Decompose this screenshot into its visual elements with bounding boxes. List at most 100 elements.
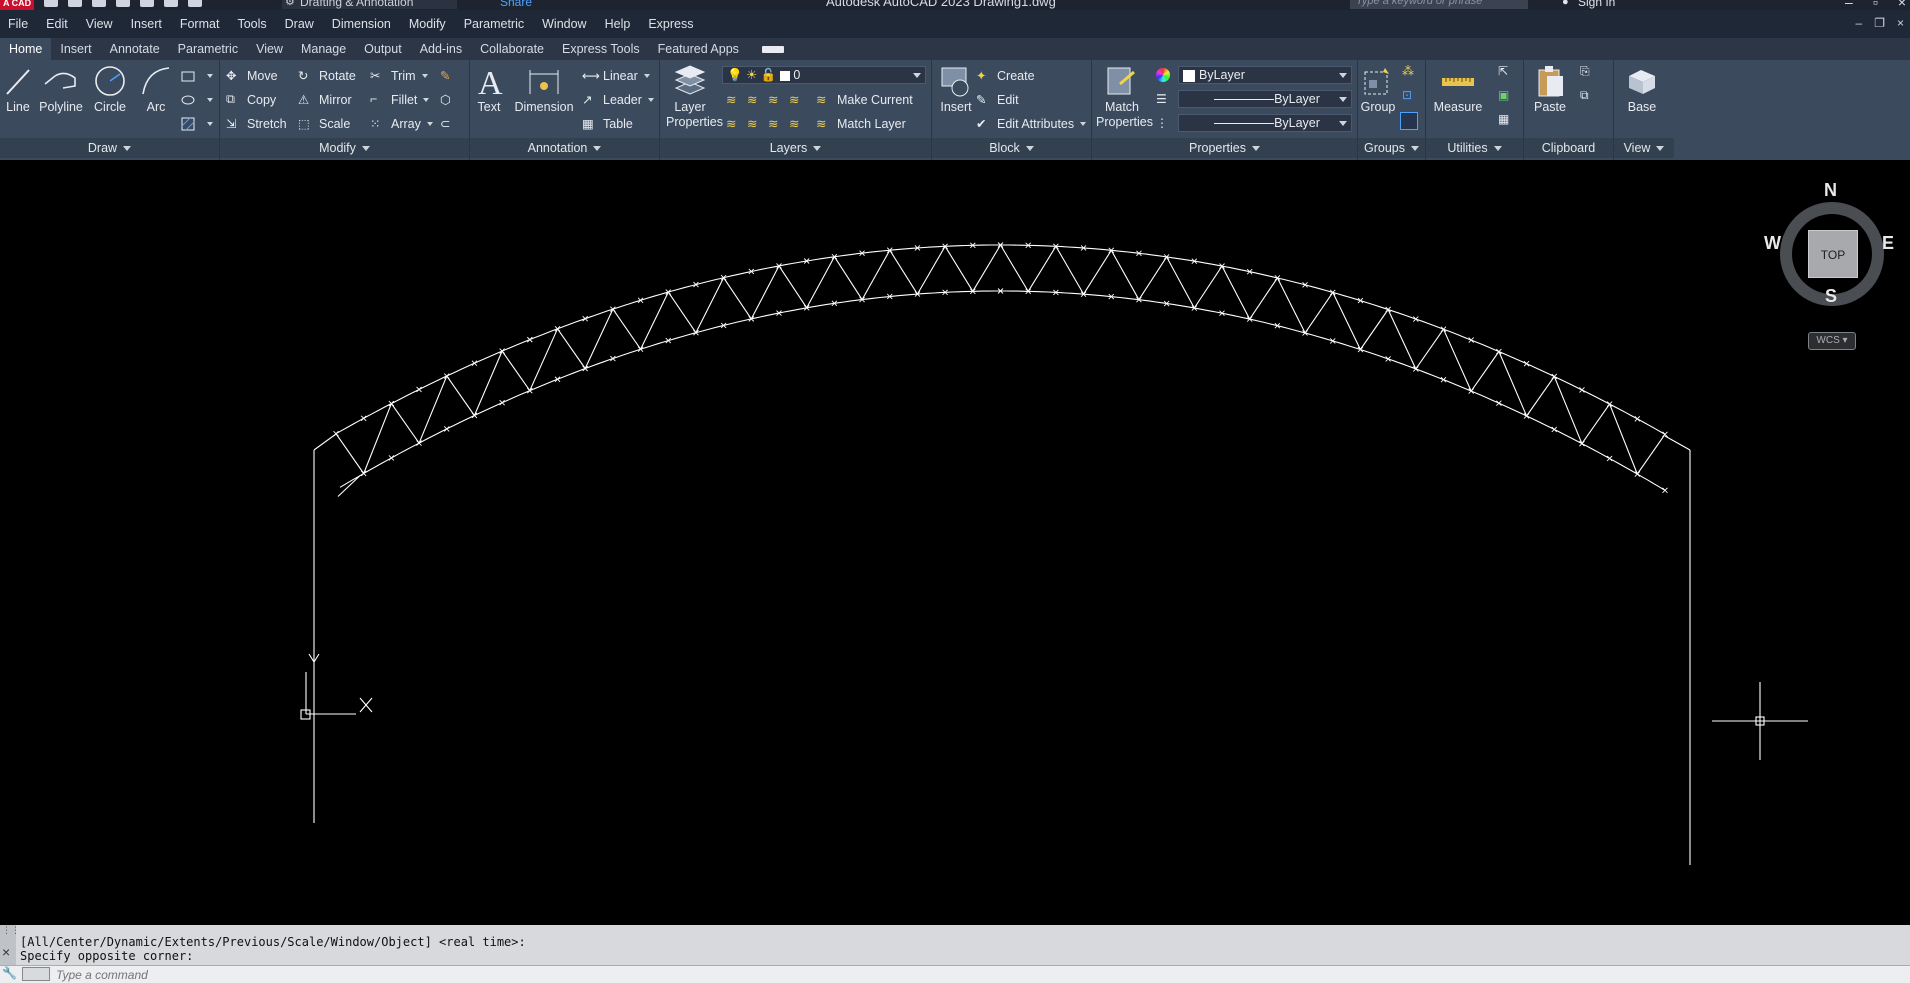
match-properties-button[interactable]: Match Properties bbox=[1096, 64, 1153, 130]
utilities-panel-title[interactable]: Utilities bbox=[1426, 138, 1523, 158]
layers-panel-title[interactable]: Layers bbox=[660, 138, 931, 158]
ungroup-icon[interactable]: ⁂ bbox=[1402, 64, 1414, 78]
web-member[interactable] bbox=[1276, 277, 1306, 334]
menu-edit[interactable]: Edit bbox=[37, 17, 77, 31]
explode-button[interactable]: ⬡ bbox=[440, 90, 461, 110]
make-current-button[interactable]: ≋ Make Current bbox=[816, 90, 913, 110]
line-button[interactable]: Line bbox=[2, 64, 34, 115]
web-member[interactable] bbox=[335, 433, 365, 474]
compass-west[interactable]: W bbox=[1764, 233, 1781, 254]
view-panel-title[interactable]: View bbox=[1614, 138, 1674, 158]
web-member[interactable] bbox=[1221, 265, 1251, 320]
leader-button[interactable]: ↗ Leader bbox=[582, 90, 654, 110]
maximize-icon[interactable]: ▫ bbox=[1873, 0, 1878, 10]
web-member[interactable] bbox=[1249, 277, 1278, 320]
customize-wrench-icon[interactable]: 🔧 bbox=[2, 966, 17, 980]
tab-add-ins[interactable]: Add-ins bbox=[411, 38, 471, 60]
viewcube-top-face[interactable]: TOP bbox=[1808, 230, 1858, 278]
share-button[interactable]: Share bbox=[500, 0, 532, 8]
layer-unlock-icon[interactable]: ≋ bbox=[789, 116, 805, 132]
web-member[interactable] bbox=[1636, 433, 1666, 475]
group-selection-icon[interactable] bbox=[1400, 112, 1418, 130]
tab-view[interactable]: View bbox=[247, 38, 292, 60]
help-search-input[interactable]: Type a keyword or phrase bbox=[1350, 0, 1528, 9]
linear-dimension-button[interactable]: ⟷ Linear bbox=[582, 66, 650, 86]
linetype-dropdown[interactable]: ByLayer bbox=[1178, 90, 1352, 108]
web-member[interactable] bbox=[1581, 403, 1611, 444]
plot-icon[interactable] bbox=[140, 0, 154, 7]
quick-select-icon[interactable]: ⇱ bbox=[1498, 64, 1508, 78]
table-button[interactable]: ▦ Table bbox=[582, 114, 633, 134]
arc-button[interactable]: Arc bbox=[138, 64, 174, 115]
paste-button[interactable]: Paste bbox=[1528, 64, 1572, 115]
fillet-button[interactable]: ⌐ Fillet bbox=[370, 90, 430, 110]
web-member[interactable] bbox=[1055, 246, 1085, 295]
web-member[interactable] bbox=[1415, 328, 1444, 370]
copy-button[interactable]: ⧉ Copy bbox=[226, 90, 276, 110]
block-panel-title[interactable]: Block bbox=[932, 138, 1091, 158]
tab-home[interactable]: Home bbox=[0, 38, 52, 60]
stretch-button[interactable]: ⇲ Stretch bbox=[226, 114, 287, 134]
workspace-selector[interactable]: Drafting & Annotation bbox=[282, 0, 457, 9]
menu-help[interactable]: Help bbox=[596, 17, 640, 31]
save-icon[interactable] bbox=[92, 0, 106, 7]
menu-modify[interactable]: Modify bbox=[400, 17, 455, 31]
color-dropdown[interactable]: ByLayer bbox=[1178, 66, 1352, 84]
group-edit-icon[interactable]: ⊡ bbox=[1402, 88, 1412, 102]
web-member[interactable] bbox=[363, 403, 392, 474]
insert-block-button[interactable]: Insert bbox=[936, 64, 976, 115]
tab-insert[interactable]: Insert bbox=[51, 38, 100, 60]
menu-dimension[interactable]: Dimension bbox=[323, 17, 400, 31]
erase-button[interactable]: ✎ bbox=[440, 66, 461, 86]
web-member[interactable] bbox=[1498, 351, 1528, 417]
web-member[interactable] bbox=[640, 291, 669, 350]
web-member[interactable] bbox=[723, 277, 752, 320]
tab-featured-apps[interactable]: Featured Apps bbox=[649, 38, 748, 60]
close-icon[interactable]: × bbox=[1898, 0, 1906, 10]
ribbon-minimize-toggle[interactable] bbox=[761, 46, 784, 53]
web-member[interactable] bbox=[1166, 256, 1195, 309]
right-column-top-link[interactable] bbox=[1664, 435, 1691, 451]
tab-manage[interactable]: Manage bbox=[292, 38, 355, 60]
linetype-icon[interactable]: ⋮ bbox=[1156, 116, 1168, 130]
drawing-restore-icon[interactable]: ❐ bbox=[1874, 16, 1885, 30]
command-input[interactable] bbox=[56, 967, 1896, 982]
columns[interactable] bbox=[308, 433, 1691, 865]
layer-dropdown[interactable]: 💡 ☀ 🔓 0 bbox=[722, 66, 926, 84]
autocad-logo[interactable]: A CAD bbox=[0, 0, 34, 10]
arched-truss[interactable] bbox=[333, 242, 1668, 497]
layer-off-icon[interactable]: ≋ bbox=[726, 92, 742, 108]
array-button[interactable]: ⁙ Array bbox=[370, 114, 433, 134]
viewcube[interactable]: TOP N S E W bbox=[1764, 180, 1896, 306]
layer-properties-button[interactable]: Layer Properties bbox=[666, 64, 723, 130]
tab-annotate[interactable]: Annotate bbox=[101, 38, 169, 60]
left-column-top-link[interactable] bbox=[313, 433, 337, 451]
bottom-chord[interactable] bbox=[339, 290, 1666, 491]
select-all-icon[interactable]: ▣ bbox=[1498, 88, 1509, 102]
web-member[interactable] bbox=[1083, 250, 1112, 295]
web-member[interactable] bbox=[418, 375, 448, 444]
hatch-button[interactable] bbox=[180, 114, 213, 134]
offset-button[interactable]: ⊂ bbox=[440, 114, 461, 134]
menu-format[interactable]: Format bbox=[171, 17, 229, 31]
copy-clip-icon[interactable]: ⧉ bbox=[1580, 88, 1589, 103]
web-member[interactable] bbox=[1332, 292, 1361, 350]
menu-file[interactable]: File bbox=[0, 17, 37, 31]
web-member[interactable] bbox=[778, 265, 808, 309]
polyline-button[interactable]: Polyline bbox=[38, 64, 84, 115]
web-member[interactable] bbox=[1304, 292, 1334, 334]
lineweight-dropdown[interactable]: ByLayer bbox=[1178, 114, 1352, 132]
text-button[interactable]: A Text bbox=[474, 64, 504, 115]
web-member[interactable] bbox=[557, 328, 586, 369]
layer-on-icon[interactable]: ≋ bbox=[726, 116, 742, 132]
web-member[interactable] bbox=[1609, 403, 1638, 475]
web-member[interactable] bbox=[1553, 376, 1583, 444]
measure-button[interactable]: Measure bbox=[1430, 64, 1486, 115]
tab-express-tools[interactable]: Express Tools bbox=[553, 38, 649, 60]
base-view-button[interactable]: Base bbox=[1622, 64, 1662, 115]
move-button[interactable]: ✥ Move bbox=[226, 66, 278, 86]
compass-east[interactable]: E bbox=[1882, 233, 1894, 254]
ellipse-button[interactable] bbox=[180, 90, 213, 110]
open-icon[interactable] bbox=[68, 0, 82, 7]
menu-parametric[interactable]: Parametric bbox=[455, 17, 533, 31]
